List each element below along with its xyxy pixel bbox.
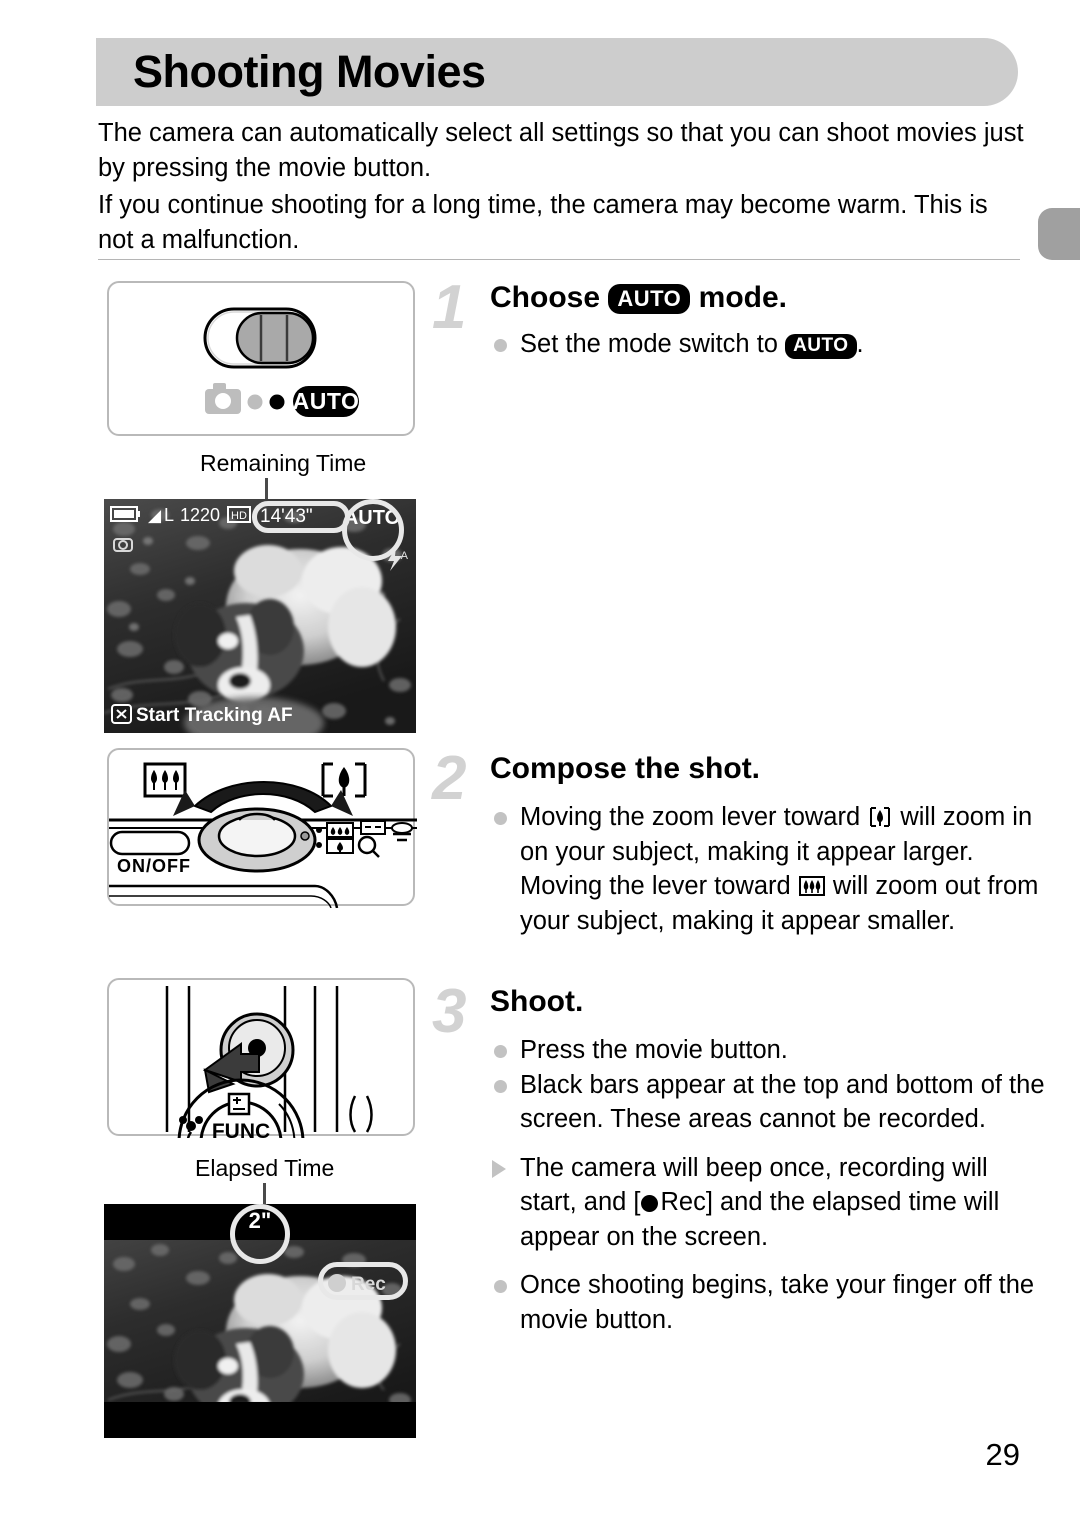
svg-text:L: L	[164, 505, 174, 525]
step-1-number: 1	[432, 273, 467, 342]
step-3-number: 3	[432, 977, 467, 1046]
shooting-mode-icon	[113, 538, 133, 552]
bullet-text: Press the movie button.	[520, 1036, 788, 1064]
list-item: Black bars appear at the top and bottom …	[490, 1068, 1050, 1137]
remaining-time-highlight-ring	[252, 501, 350, 533]
auto-badge-icon: AUTO	[785, 334, 857, 359]
rec-highlight-ring	[318, 1262, 408, 1300]
bullet-text-before: Set the mode switch to	[520, 330, 778, 358]
svg-text:A: A	[401, 550, 409, 562]
movie-quality-icon: HD	[227, 506, 251, 523]
power-button-label: ON/OFF	[117, 856, 191, 876]
step-1-heading-before: Choose	[490, 281, 601, 314]
wide-angle-icon	[798, 876, 825, 896]
tracking-af-label: Start Tracking AF	[136, 705, 293, 726]
mode-switch-figure: AUTO	[107, 281, 415, 436]
result-triangle-icon	[492, 1159, 506, 1178]
svg-text:1220: 1220	[180, 505, 220, 525]
letterbox-bar-bottom	[104, 1402, 416, 1438]
remaining-time-screen: ◢ L 1220 HD 14'43" AUTO A Start Tracking…	[104, 499, 416, 733]
section-edge-tab	[1038, 208, 1080, 260]
auto-mode-highlight-ring	[342, 499, 404, 561]
telephoto-icon	[870, 807, 891, 827]
movie-button-figure: FUNC	[107, 978, 415, 1206]
list-item: Set the mode switch to AUTO.	[490, 327, 1050, 362]
telephoto-icon	[321, 762, 367, 798]
step-2-bullets: Moving the zoom lever toward will zoom i…	[490, 800, 1050, 938]
bullet-text: Black bars appear at the top and bottom …	[520, 1070, 1045, 1134]
header-divider	[98, 259, 1020, 260]
bullet-dot-icon	[494, 1280, 507, 1293]
elapsed-time-callout-label: Elapsed Time	[195, 1155, 335, 1181]
elapsed-time-screen: 2" Rec	[104, 1204, 416, 1438]
list-item: Once shooting begins, take your finger o…	[490, 1268, 1050, 1337]
dot-gray-icon	[247, 394, 263, 410]
step-1-heading-after: mode.	[698, 281, 787, 314]
mode-switch-illustration: AUTO	[203, 307, 360, 417]
svg-text:◢: ◢	[148, 506, 162, 525]
macro-flower-icon	[179, 1116, 203, 1146]
bullet-dot-icon	[494, 1079, 507, 1093]
auto-badge-icon: AUTO	[608, 284, 691, 314]
func-button-label: FUNC	[212, 1120, 270, 1138]
list-item: Moving the zoom lever toward will zoom i…	[490, 800, 1050, 938]
step-1-heading: Choose AUTO mode.	[490, 279, 787, 317]
exposure-compensation-icon	[227, 1092, 251, 1116]
step-1-bullets: Set the mode switch to AUTO.	[490, 327, 1050, 362]
page-title: Shooting Movies	[133, 46, 486, 97]
list-item: Press the movie button.	[490, 1033, 1050, 1068]
remaining-time-callout-label: Remaining Time	[200, 450, 367, 476]
intro-paragraph-1: The camera can automatically select all …	[98, 119, 1024, 182]
rec-dot-icon	[641, 1195, 659, 1212]
battery-icon	[110, 506, 140, 522]
list-item-result: The camera will beep once, recording wil…	[490, 1151, 1050, 1255]
step-3-heading: Shoot.	[490, 985, 584, 1018]
zoom-text-part1: Moving the zoom lever toward	[520, 803, 861, 831]
intro-text: The camera can automatically select all …	[98, 116, 1028, 258]
svg-text:AUTO: AUTO	[293, 388, 360, 414]
intro-paragraph-2: If you continue shooting for a long time…	[98, 191, 988, 254]
step-2-number: 2	[432, 744, 467, 813]
zoom-lever-illustration: ON/OFF	[109, 762, 417, 909]
bullet-dot-icon	[494, 339, 507, 352]
bullet-text-after: .	[856, 330, 864, 358]
manual-page: Shooting Movies The camera can automatic…	[0, 0, 1080, 1521]
elapsed-time-highlight-ring	[230, 1204, 290, 1264]
svg-text:HD: HD	[231, 510, 247, 522]
tracking-af-hint: Start Tracking AF	[111, 704, 293, 726]
step-2-heading: Compose the shot.	[490, 752, 761, 785]
wide-angle-icon	[143, 762, 187, 798]
tracking-af-icon	[111, 704, 132, 724]
zoom-lever-figure: ON/OFF	[107, 748, 417, 909]
page-number: 29	[985, 1437, 1020, 1472]
camera-icon	[205, 383, 241, 414]
dot-black-icon	[269, 394, 285, 410]
auto-badge-icon: AUTO	[293, 386, 360, 417]
bullet-text: Once shooting begins, take your finger o…	[520, 1271, 1035, 1334]
step-3-bullets: Press the movie button. Black bars appea…	[490, 1033, 1050, 1337]
bullet-dot-icon	[494, 812, 507, 825]
movie-button-illustration: FUNC	[165, 986, 373, 1206]
bullet-dot-icon	[494, 1045, 507, 1058]
